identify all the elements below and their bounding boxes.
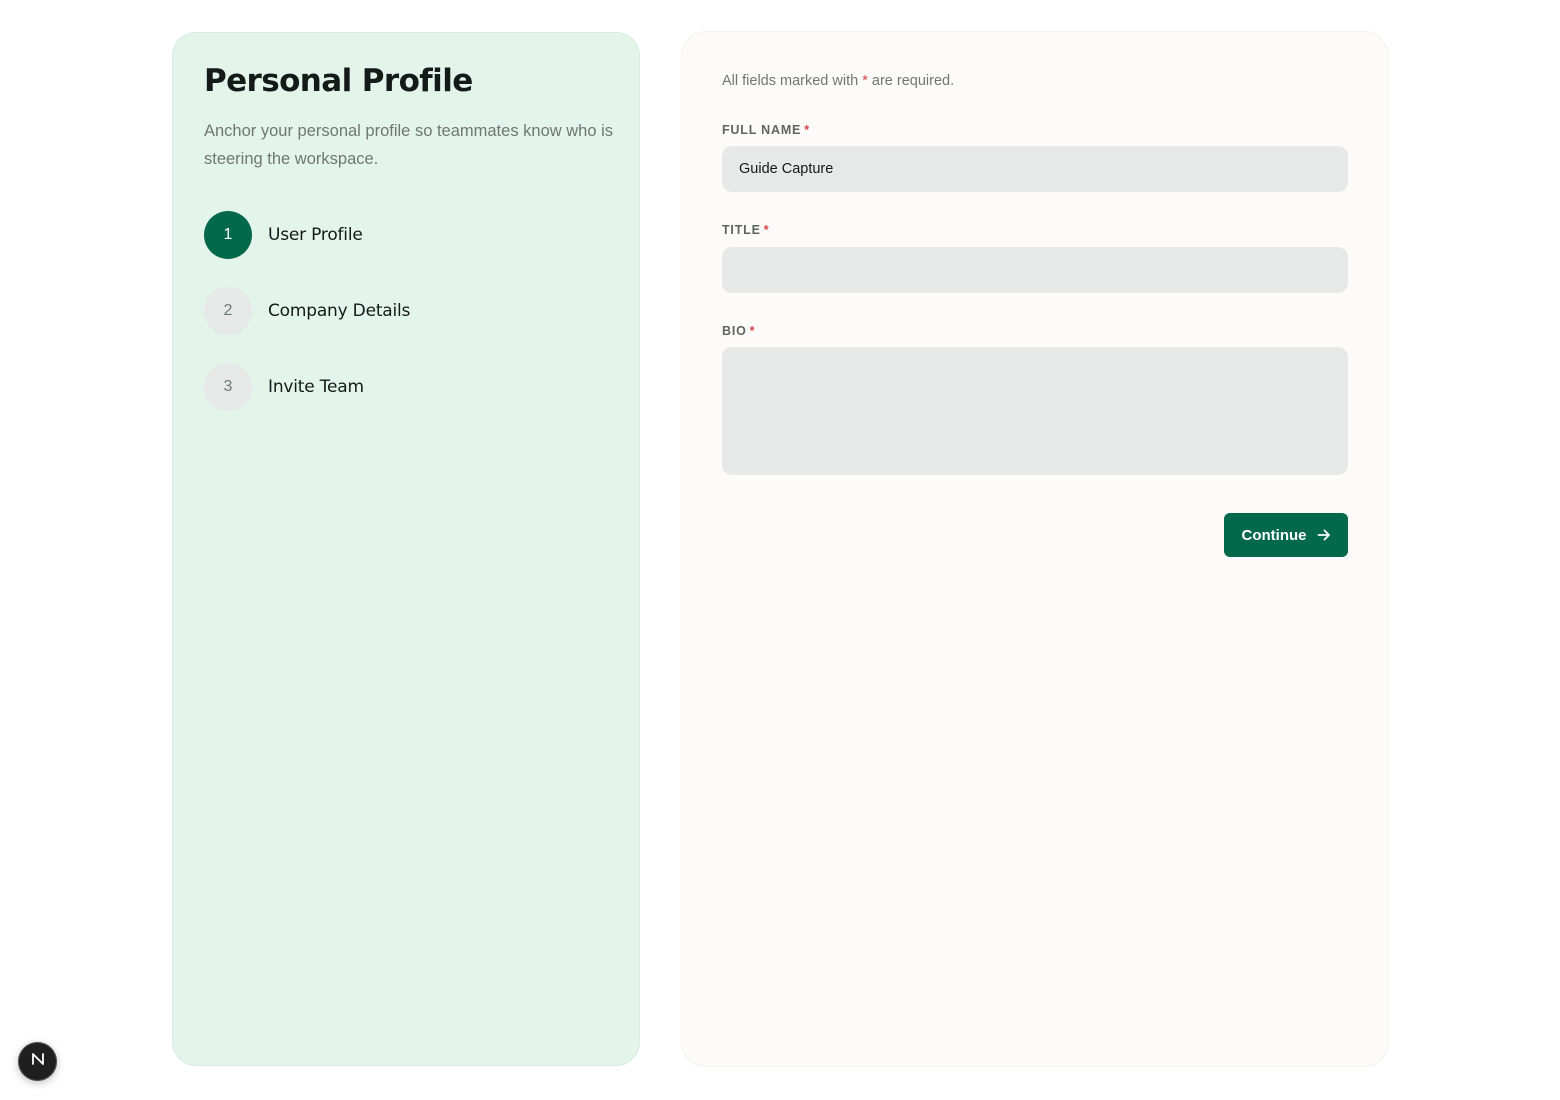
required-star: * bbox=[749, 324, 756, 338]
steps-sidebar: Personal Profile Anchor your personal pr… bbox=[172, 32, 640, 1066]
required-fields-note: All fields marked with * are required. bbox=[722, 73, 954, 89]
page-description: Anchor your personal profile so teammate… bbox=[204, 122, 614, 168]
step-label: Invite Team bbox=[268, 377, 364, 397]
required-star: * bbox=[763, 223, 770, 237]
required-note-prefix: All fields marked with bbox=[722, 73, 863, 89]
bio-textarea[interactable] bbox=[722, 347, 1348, 475]
continue-label: Continue bbox=[1241, 526, 1307, 544]
full-name-input[interactable] bbox=[722, 146, 1348, 192]
continue-button[interactable]: Continue bbox=[1224, 513, 1348, 557]
required-note-suffix: are required. bbox=[867, 73, 955, 89]
step-label: User Profile bbox=[268, 225, 363, 245]
step-user-profile[interactable]: 1 User Profile bbox=[204, 211, 363, 259]
page: Personal Profile Anchor your personal pr… bbox=[0, 0, 1560, 1100]
required-star: * bbox=[804, 123, 810, 137]
step-company-details[interactable]: 2 Company Details bbox=[204, 287, 410, 335]
arrow-right-icon bbox=[1317, 528, 1331, 542]
step-number-badge: 2 bbox=[204, 287, 252, 335]
title-input[interactable] bbox=[722, 247, 1348, 293]
title-label: TITLE * bbox=[722, 223, 769, 237]
step-number-badge: 3 bbox=[204, 363, 252, 411]
full-name-label-text: FULL NAME bbox=[722, 123, 802, 137]
bio-label-text: BIO bbox=[722, 324, 747, 338]
step-label: Company Details bbox=[268, 301, 411, 321]
title-label-text: TITLE bbox=[722, 223, 761, 237]
step-number-badge: 1 bbox=[204, 211, 252, 259]
n-logo-badge[interactable] bbox=[18, 1042, 57, 1081]
n-logo-icon bbox=[30, 1051, 46, 1072]
step-invite-team[interactable]: 3 Invite Team bbox=[204, 363, 364, 411]
bio-label: BIO * bbox=[722, 324, 755, 338]
page-title: Personal Profile bbox=[204, 63, 473, 99]
full-name-label: FULL NAME * bbox=[722, 123, 810, 137]
profile-form-panel: All fields marked with * are required. F… bbox=[682, 32, 1388, 1066]
